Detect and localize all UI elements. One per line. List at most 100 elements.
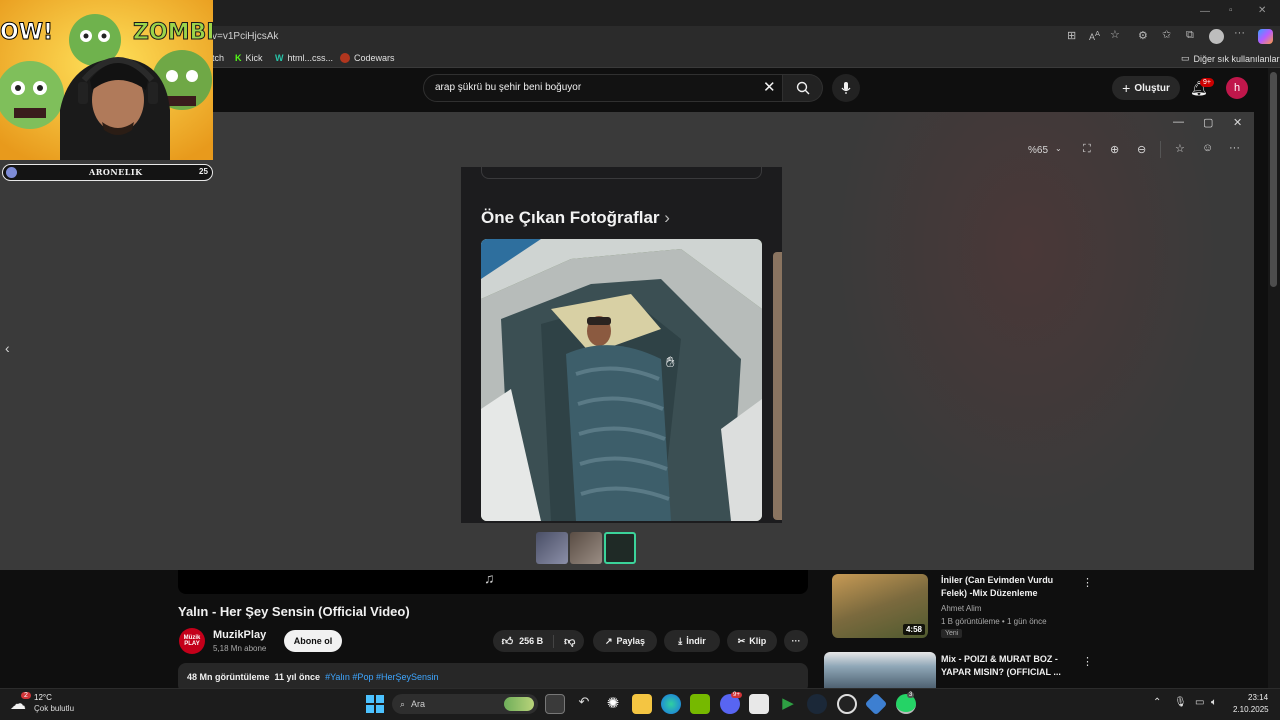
other-bookmarks[interactable]: ▭ Diğer sık kullanılanlar (1181, 53, 1280, 64)
weather-alert-badge: 2 (21, 692, 31, 699)
recommendation-item[interactable] (824, 652, 936, 688)
notepad-icon[interactable] (749, 694, 769, 714)
bookmark-kick[interactable]: K Kick (235, 53, 263, 63)
bookmark-html-css[interactable]: W html...css... (275, 53, 333, 63)
minimize-window-icon[interactable]: — (1200, 6, 1210, 17)
tent-photo (481, 239, 762, 521)
viewer-minimize-icon[interactable]: — (1173, 116, 1184, 128)
recommendation-channel[interactable]: Ahmet Alim (941, 604, 981, 613)
search-box[interactable]: arap şükrü bu şehir beni boğuyor ✕ (423, 74, 783, 102)
thumbnail-3-selected[interactable] (604, 532, 636, 564)
url-field[interactable]: v=v1PciHjcsAk (212, 31, 278, 42)
start-button[interactable] (366, 695, 384, 713)
recommendation-menu-icon[interactable]: ⋮ (1082, 576, 1093, 589)
collections-icon[interactable]: ⧉ (1186, 29, 1194, 42)
account-avatar[interactable]: h (1226, 77, 1248, 99)
scissors-icon: ✂ (737, 635, 746, 646)
chatgpt-icon[interactable]: ✺ (603, 694, 623, 714)
edge-browser-icon[interactable] (661, 694, 681, 714)
viewer-maximize-icon[interactable]: ▢ (1203, 116, 1213, 129)
voice-search-button[interactable] (832, 74, 860, 102)
channel-logo[interactable]: Müzik PLAY (179, 628, 205, 654)
split-screen-icon[interactable]: ⊞ (1067, 29, 1076, 42)
tray-microphone-icon[interactable]: 🎙︎ (1174, 697, 1187, 708)
tray-overflow-icon[interactable]: ⌃ (1153, 697, 1161, 708)
fit-to-screen-icon[interactable]: ⛶ (1083, 143, 1091, 156)
thumbnail-2[interactable] (570, 532, 602, 564)
back-arrow-app-icon[interactable]: ↶ (574, 694, 594, 714)
recommendation-thumbnail[interactable] (824, 652, 936, 688)
comic-banner-left: OW! (0, 20, 54, 46)
video-player-bottom[interactable]: ♫ (178, 570, 808, 594)
extensions-icon[interactable]: ⚙ (1138, 29, 1148, 42)
recommendation-title[interactable]: İniler (Can Evimden Vurdu Felek) -Mix Dü… (941, 574, 1066, 600)
thumbnail-1[interactable] (536, 532, 568, 564)
read-aloud-icon[interactable]: AA (1089, 29, 1100, 42)
discord-badge: 9+ (731, 692, 742, 698)
play-app-icon[interactable]: ▶ (778, 694, 798, 714)
channel-name[interactable]: MuzikPlay (213, 629, 266, 641)
like-button[interactable]: 👍︎ 256 B (502, 634, 555, 648)
clip-button[interactable]: ✂ Klip (727, 630, 777, 652)
windows-logo-pane (366, 704, 375, 713)
zoom-level-label[interactable]: %65 (1028, 145, 1048, 156)
featured-photo[interactable] (481, 239, 762, 521)
description-meta: 48 Mn görüntüleme 11 yıl önce #Yalın #Po… (187, 672, 439, 682)
favorite-star-icon[interactable]: ☆ (1110, 28, 1120, 41)
more-menu-icon[interactable]: ··· (1234, 27, 1245, 39)
zoom-out-icon[interactable]: ⊖ (1137, 143, 1146, 156)
subscriber-count: 5,18 Mn abone (213, 644, 267, 653)
next-photo-peek[interactable] (773, 252, 782, 520)
streamer-name: ARONELIK (89, 167, 143, 177)
task-view-icon[interactable] (545, 694, 565, 714)
viewer-close-icon[interactable]: ✕ (1233, 116, 1242, 129)
bookmark-codewars[interactable]: Codewars (340, 53, 395, 63)
share-arrow-icon: ↗ (604, 635, 613, 646)
dislike-button[interactable]: 👎︎ (558, 635, 575, 648)
hashtags[interactable]: #Yalın #Pop #HerŞeySensin (325, 672, 438, 682)
recommendation-thumbnail[interactable]: 4:58 (832, 574, 928, 638)
download-button[interactable]: ⤓ İndir (664, 630, 720, 652)
recommendation-title[interactable]: Mix - POIZI & MURAT BOZ - YAPAR MISIN? (… (941, 653, 1066, 679)
steam-icon[interactable] (807, 694, 827, 714)
more-actions-button[interactable]: ··· (784, 630, 808, 652)
viewer-more-icon[interactable]: ··· (1229, 142, 1240, 154)
create-button[interactable]: + Oluştur (1112, 76, 1180, 100)
zoom-dropdown-icon[interactable]: ⌄ (1055, 144, 1062, 153)
volume-icon[interactable]: 🔈︎ (1211, 697, 1217, 708)
obs-icon[interactable] (837, 694, 857, 714)
weather-condition: Çok bulutlu (34, 704, 75, 713)
viewer-background (800, 112, 1254, 570)
search-input[interactable]: arap şükrü bu şehir beni boğuyor (435, 82, 581, 93)
new-badge: Yeni (941, 629, 963, 638)
windows-logo-pane (375, 695, 384, 704)
notification-count-badge: 9+ (1200, 78, 1214, 87)
restore-window-icon[interactable]: ▫ (1229, 5, 1233, 16)
copilot-icon[interactable] (1258, 29, 1273, 44)
clear-search-icon[interactable]: ✕ (763, 78, 776, 96)
clock-time[interactable]: 23:14 (1248, 693, 1268, 702)
search-button[interactable] (783, 74, 823, 102)
feedback-smiley-icon[interactable]: ☺ (1202, 142, 1213, 154)
plus-icon: + (1122, 80, 1131, 96)
close-window-icon[interactable]: ✕ (1258, 5, 1266, 16)
bookmark-twitch[interactable]: tch (212, 53, 224, 63)
share-button[interactable]: ↗ Paylaş (593, 630, 657, 652)
clock-date[interactable]: 2.10.2025 (1233, 705, 1269, 714)
favorites-icon[interactable]: ✩ (1162, 28, 1171, 41)
grab-hand-cursor-icon: ✋︎ (666, 354, 675, 371)
tray-display-icon[interactable]: ▭ (1195, 697, 1204, 708)
file-explorer-icon[interactable] (632, 694, 652, 714)
taskbar-search[interactable]: ⌕ Ara (392, 694, 538, 714)
viewer-favorite-icon[interactable]: ☆ (1175, 142, 1185, 155)
nvidia-icon[interactable] (690, 694, 710, 714)
profile-avatar[interactable] (1209, 29, 1224, 44)
recommendation-item[interactable]: 4:58 (832, 574, 928, 638)
zoom-in-icon[interactable]: ⊕ (1110, 143, 1119, 156)
video-duration: 4:58 (902, 624, 925, 635)
streamer-avatar (6, 167, 17, 178)
scrollbar-thumb[interactable] (1270, 72, 1277, 287)
subscribe-button[interactable]: Abone ol (284, 630, 342, 652)
recommendation-menu-icon[interactable]: ⋮ (1082, 655, 1093, 668)
previous-image-icon[interactable]: ‹ (5, 340, 10, 356)
